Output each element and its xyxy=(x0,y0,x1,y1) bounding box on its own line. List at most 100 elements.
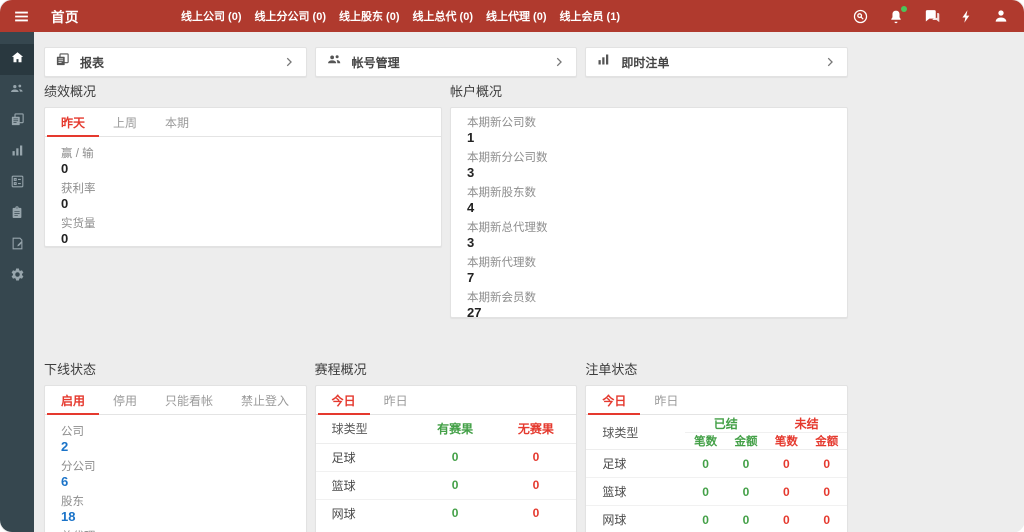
chevron-right-icon xyxy=(823,55,837,69)
schedule-card: 今日 昨日 球类型 有赛果 无赛果 足球 0 0 篮球 0 0 网球 0 0 xyxy=(314,385,578,532)
without-result-value: 0 xyxy=(495,471,577,500)
chevron-right-icon xyxy=(552,55,566,69)
field-company: 公司 2 xyxy=(61,425,290,455)
nav-online-member[interactable]: 线上会员 (1) xyxy=(560,8,621,24)
col-with-result: 有赛果 xyxy=(414,415,496,444)
tab-view-only[interactable]: 只能看帐 xyxy=(151,386,227,414)
account-management-card-label: 帐号管理 xyxy=(351,55,400,70)
field-label: 本期新代理数 xyxy=(467,257,536,269)
hamburger-menu-icon[interactable] xyxy=(13,8,30,25)
with-result-value: 0 xyxy=(414,443,496,472)
nav-online-agent[interactable]: 线上代理 (0) xyxy=(486,8,547,24)
downline-section: 下线状态 启用 停用 只能看帐 禁止登入 公司 2 分公司 6 股东 18 xyxy=(44,363,307,532)
col-ball-type: 球类型 xyxy=(586,415,686,450)
overview-row: 绩效概况 昨天 上周 本期 赢 / 输 0 获利率 0 实货量 0 帐户概况 本… xyxy=(44,85,848,318)
sidebar-item-home[interactable] xyxy=(0,44,34,75)
field-value[interactable]: 18 xyxy=(61,509,290,525)
field-value[interactable]: 2 xyxy=(61,439,290,455)
field-label: 股东 xyxy=(61,496,84,508)
tab-today[interactable]: 今日 xyxy=(588,386,641,415)
reports-card[interactable]: 报表 xyxy=(44,47,307,77)
chat-icon[interactable] xyxy=(923,8,940,25)
settled-amount: 0 xyxy=(725,477,767,506)
clipboard-icon xyxy=(10,205,24,225)
field-label: 公司 xyxy=(61,426,84,438)
sidebar-item-settings[interactable] xyxy=(0,261,34,292)
settled-amount: 0 xyxy=(725,449,767,478)
sidebar-item-orders[interactable] xyxy=(0,199,34,230)
nav-online-company[interactable]: 线上公司 (0) xyxy=(181,8,242,24)
nav-online-master-agent[interactable]: 线上总代 (0) xyxy=(413,8,474,24)
search-circle-icon[interactable] xyxy=(852,8,869,25)
downline-title: 下线状态 xyxy=(44,362,97,377)
quick-links-row: 报表 帐号管理 即时注单 xyxy=(44,47,848,77)
live-bets-card-label: 即时注单 xyxy=(621,55,670,70)
tab-login-banned[interactable]: 禁止登入 xyxy=(227,386,303,414)
downline-fields: 公司 2 分公司 6 股东 18 总代理 xyxy=(45,415,306,532)
field-new-companies: 本期新公司数 1 xyxy=(467,116,831,146)
user-icon[interactable] xyxy=(993,8,1009,24)
tab-this-period[interactable]: 本期 xyxy=(151,108,203,136)
users-icon xyxy=(9,81,25,101)
tab-today[interactable]: 今日 xyxy=(317,386,370,415)
col-without-result: 无赛果 xyxy=(495,415,577,444)
tab-disabled[interactable]: 停用 xyxy=(99,386,151,414)
bets-title: 注单状态 xyxy=(585,362,638,377)
sidebar-item-users[interactable] xyxy=(0,75,34,106)
field-label: 分公司 xyxy=(61,461,96,473)
account-management-card[interactable]: 帐号管理 xyxy=(314,47,578,77)
chevron-right-icon xyxy=(282,55,296,69)
documents-icon xyxy=(10,112,25,132)
unsettled-amount: 0 xyxy=(806,477,847,506)
schedule-section: 赛程概况 今日 昨日 球类型 有赛果 无赛果 足球 0 0 篮球 0 0 网球 … xyxy=(314,363,578,532)
field-value: 0 xyxy=(61,196,69,211)
table-row: 足球 0 0 0 0 xyxy=(586,449,847,478)
status-row: 下线状态 启用 停用 只能看帐 禁止登入 公司 2 分公司 6 股东 18 赛程… xyxy=(44,363,848,532)
settled-count: 0 xyxy=(702,512,709,527)
live-bets-card[interactable]: 即时注单 xyxy=(585,47,848,77)
nav-online-shareholder[interactable]: 线上股东 (0) xyxy=(339,8,400,24)
sidebar-item-statistics[interactable] xyxy=(0,137,34,168)
performance-fields: 赢 / 输 0 获利率 0 实货量 0 xyxy=(45,137,441,246)
field-label: 本期新总代理数 xyxy=(467,222,548,234)
main-content: 报表 帐号管理 即时注单 绩效概况 昨天 上周 本期 赢 / 输 0 获利率 0… xyxy=(34,32,1024,532)
field-turnover: 实货量 0 xyxy=(61,217,425,246)
field-new-branches: 本期新分公司数 3 xyxy=(467,151,831,181)
reports-card-label: 报表 xyxy=(80,55,105,70)
field-win-loss: 赢 / 输 0 xyxy=(61,147,425,177)
unsettled-amount: 0 xyxy=(823,512,831,527)
without-result-value: 0 xyxy=(532,506,540,521)
field-value[interactable]: 6 xyxy=(61,474,290,490)
tab-last-week[interactable]: 上周 xyxy=(99,108,151,136)
tab-yesterday[interactable]: 昨日 xyxy=(370,386,422,414)
col-group-unsettled: 未结 xyxy=(766,415,847,433)
schedule-table: 球类型 有赛果 无赛果 足球 0 0 篮球 0 0 网球 0 0 xyxy=(315,415,577,527)
field-label: 获利率 xyxy=(61,183,96,195)
field-label: 本期新分公司数 xyxy=(467,152,548,164)
ballot-icon xyxy=(10,174,25,194)
unsettled-count: 0 xyxy=(766,449,807,478)
sidebar-item-lists[interactable] xyxy=(0,168,34,199)
tab-enabled[interactable]: 启用 xyxy=(47,386,100,415)
with-result-value: 0 xyxy=(451,506,459,521)
tab-yesterday[interactable]: 昨天 xyxy=(47,108,100,137)
settled-count: 0 xyxy=(685,449,726,478)
sidebar-item-records[interactable] xyxy=(0,230,34,261)
without-result-value: 0 xyxy=(495,443,577,472)
col-count: 笔数 xyxy=(685,432,726,450)
bell-icon[interactable] xyxy=(888,5,907,25)
topbar-icons xyxy=(852,5,1024,25)
sidebar-item-reports[interactable] xyxy=(0,106,34,137)
col-group-settled: 已结 xyxy=(685,415,767,433)
sidebar xyxy=(0,32,34,532)
sport-label: 网球 xyxy=(331,506,356,521)
tab-yesterday[interactable]: 昨日 xyxy=(640,386,692,414)
lightning-icon[interactable] xyxy=(959,8,974,25)
sport-label: 篮球 xyxy=(586,477,686,506)
field-label: 本期新会员数 xyxy=(467,292,536,304)
performance-tabs: 昨天 上周 本期 xyxy=(45,108,441,137)
bets-tabs: 今日 昨日 xyxy=(586,386,847,415)
table-row: 篮球 0 0 xyxy=(315,471,577,500)
sport-label: 足球 xyxy=(586,449,686,478)
nav-online-branch[interactable]: 线上分公司 (0) xyxy=(255,8,327,24)
